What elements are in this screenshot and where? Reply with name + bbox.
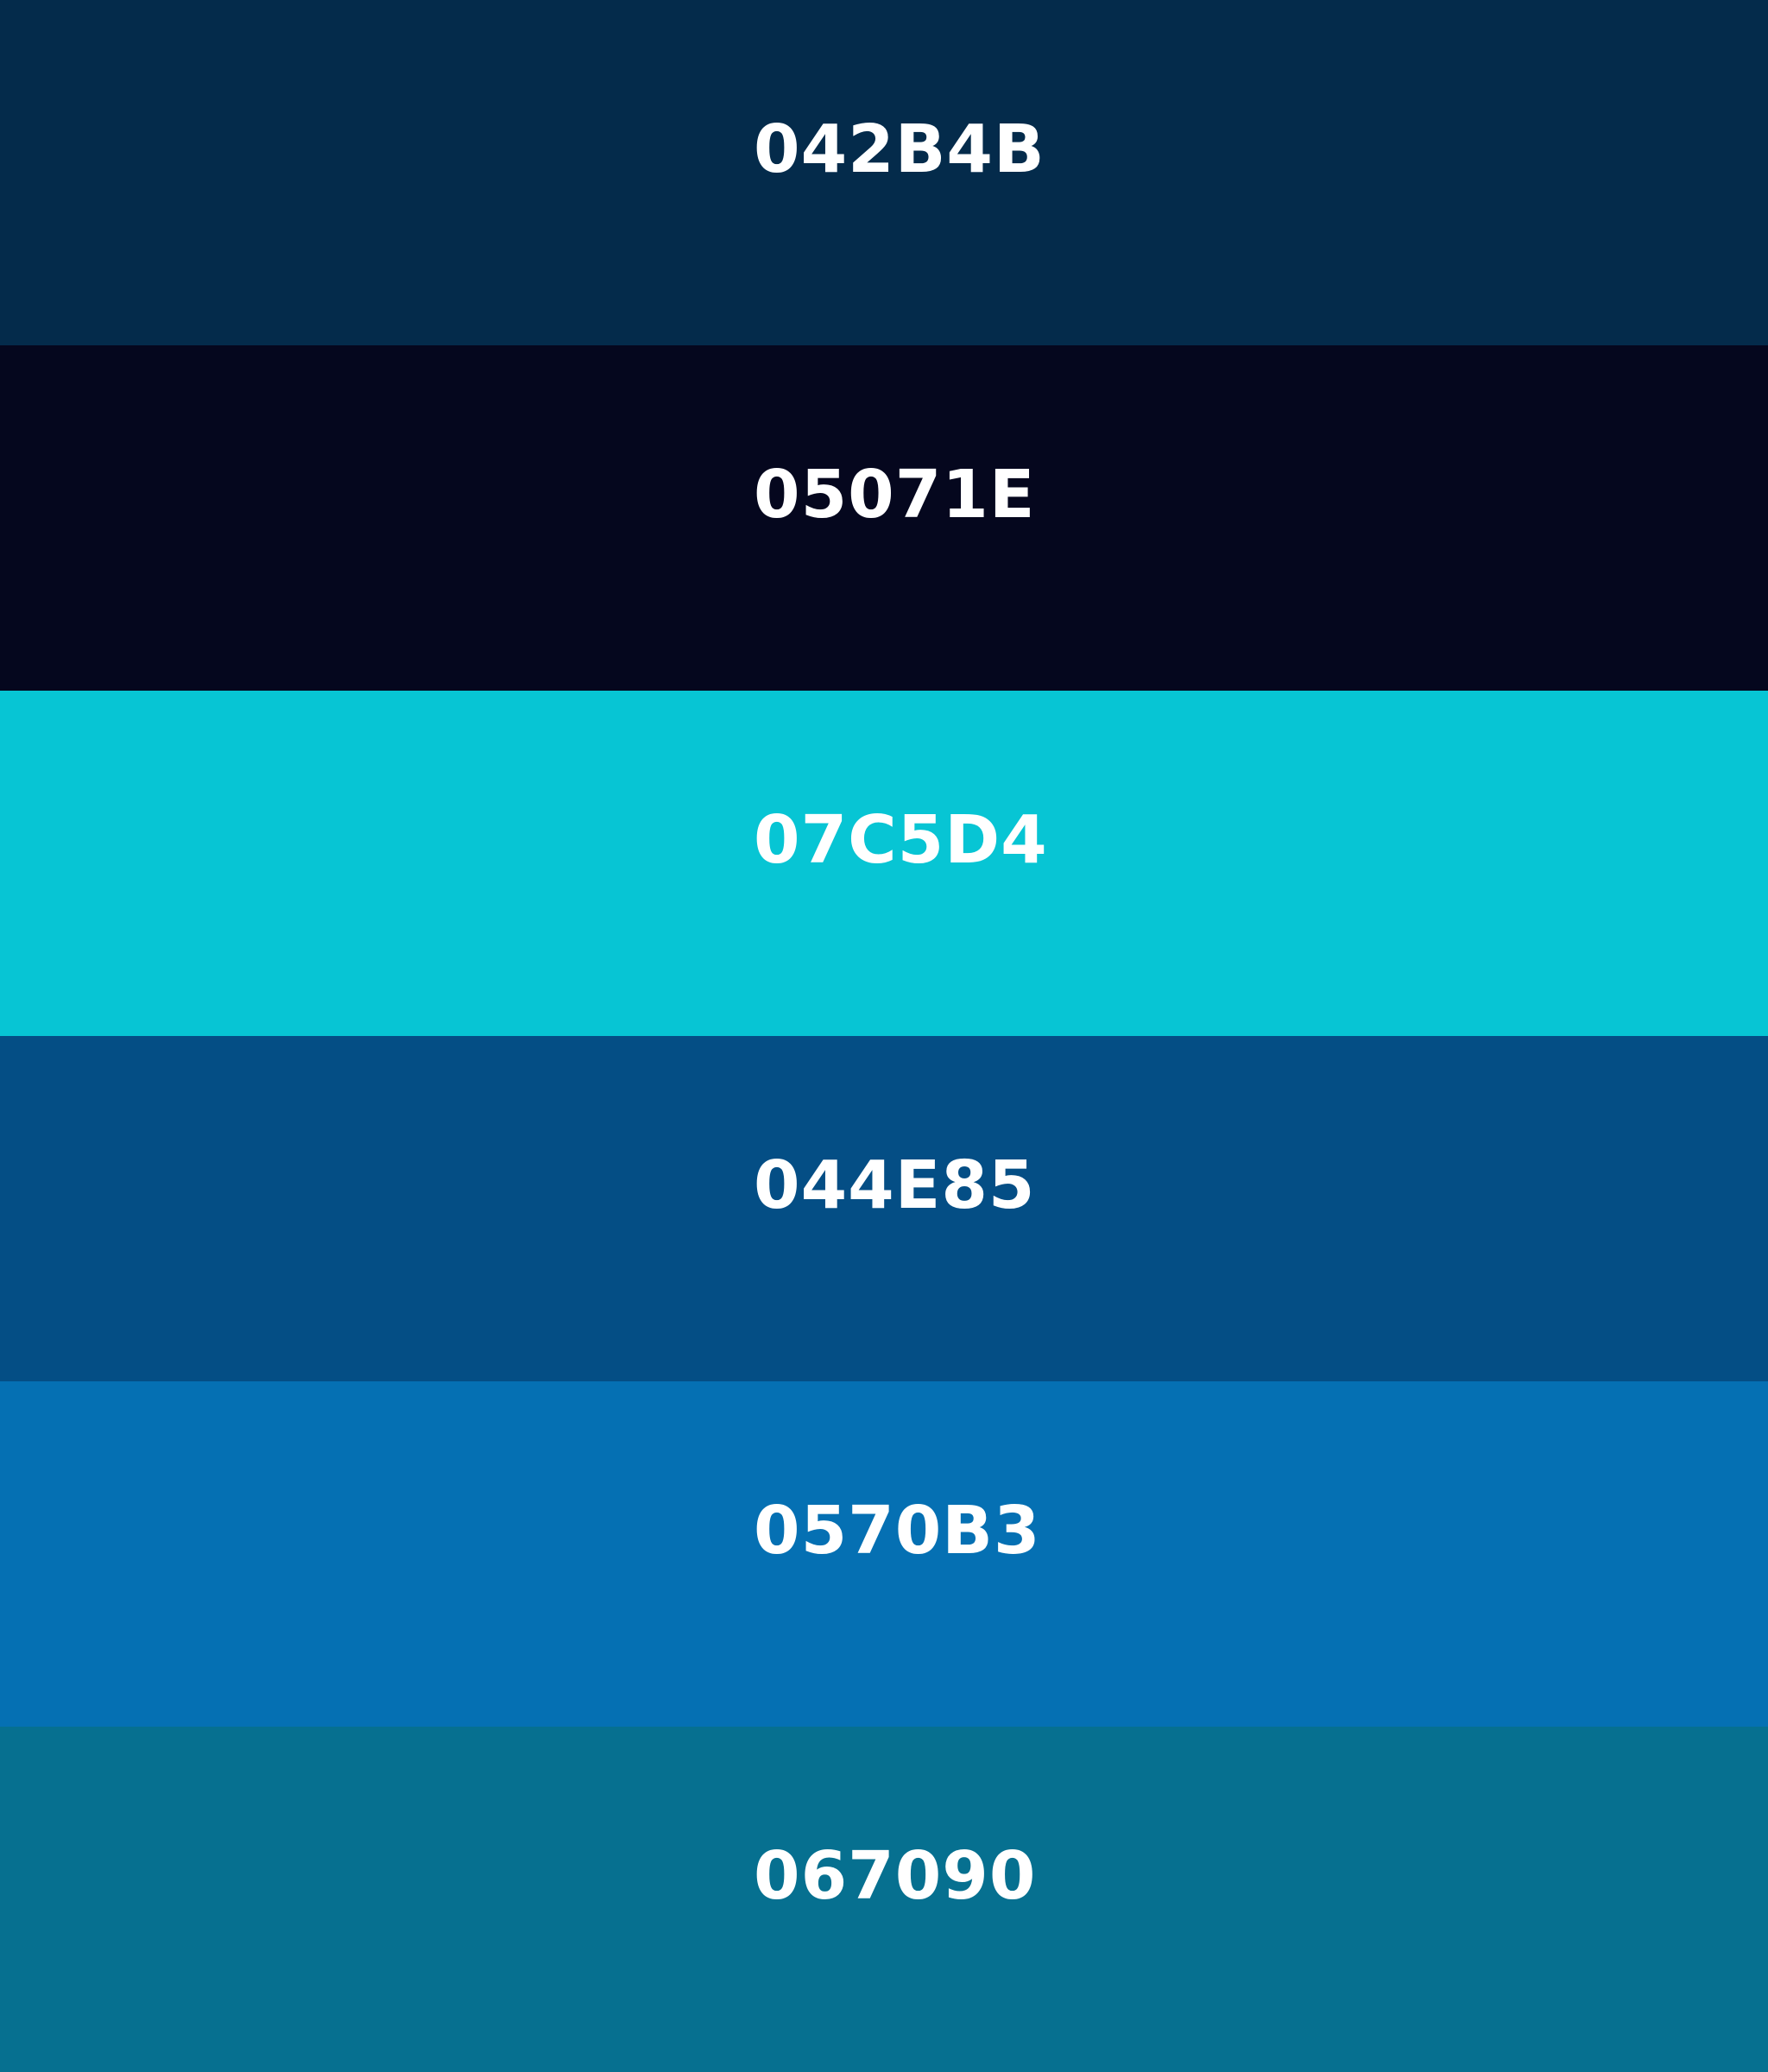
color-swatch-1[interactable]: 042B4B bbox=[0, 0, 1768, 345]
color-swatch-3[interactable]: 07C5D4 bbox=[0, 691, 1768, 1036]
swatch-hex-code: 0570B3 bbox=[754, 1493, 1041, 1570]
color-swatch-6[interactable]: 067090 bbox=[0, 1727, 1768, 2072]
color-swatch-2[interactable]: 05071E bbox=[0, 345, 1768, 691]
swatch-hex-code: 042B4B bbox=[754, 111, 1045, 188]
color-swatch-4[interactable]: 044E85 bbox=[0, 1036, 1768, 1381]
color-palette: 042B4B 05071E 07C5D4 044E85 0570B3 06709… bbox=[0, 0, 1768, 2072]
swatch-hex-code: 044E85 bbox=[754, 1147, 1036, 1224]
swatch-hex-code: 07C5D4 bbox=[754, 802, 1048, 879]
swatch-hex-code: 067090 bbox=[754, 1838, 1037, 1915]
color-swatch-5[interactable]: 0570B3 bbox=[0, 1381, 1768, 1727]
swatch-hex-code: 05071E bbox=[754, 457, 1036, 534]
